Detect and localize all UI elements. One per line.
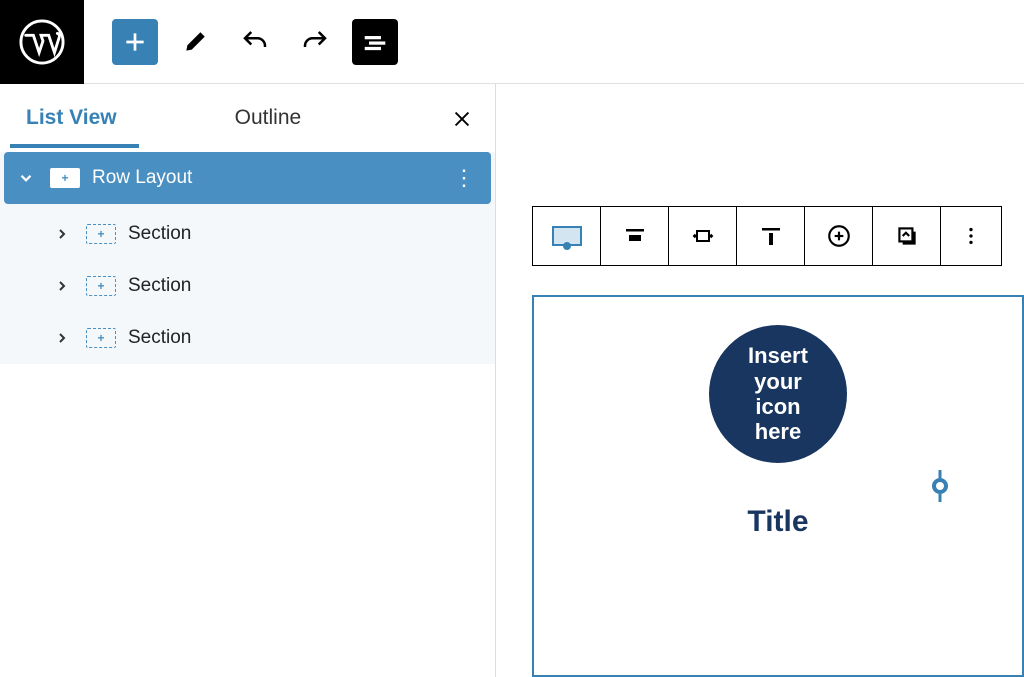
topbar-tools	[84, 19, 398, 65]
block-tree: + Row Layout ⋮ + Section + Section	[0, 152, 495, 364]
block-toolbar	[532, 206, 1002, 266]
justify-icon	[691, 224, 715, 248]
title-placeholder[interactable]: Title	[747, 505, 808, 539]
icon-placeholder-line: here	[755, 419, 801, 444]
icon-placeholder[interactable]: Insert your icon here	[709, 325, 847, 463]
tree-item-section[interactable]: + Section	[0, 208, 495, 260]
chevron-right-icon[interactable]	[50, 222, 74, 246]
wordpress-icon	[19, 19, 65, 65]
copy-style-icon	[894, 223, 920, 249]
sidebar-tabs: List View Outline	[0, 84, 495, 148]
editor-main: List View Outline + Row Layout ⋮ + Secti…	[0, 84, 1024, 677]
add-block-button[interactable]	[112, 19, 158, 65]
redo-button[interactable]	[292, 19, 338, 65]
tree-item-label: Section	[128, 223, 495, 245]
close-icon	[451, 108, 473, 130]
icon-placeholder-line: icon	[755, 394, 800, 419]
editor-canvas: Insert your icon here Title	[496, 84, 1024, 677]
chevron-right-icon[interactable]	[50, 326, 74, 350]
edit-tool-button[interactable]	[172, 19, 218, 65]
add-column-button[interactable]	[805, 207, 873, 265]
section-block-icon: +	[86, 328, 116, 348]
editor-topbar	[0, 0, 1024, 84]
icon-placeholder-line: your	[754, 369, 802, 394]
more-vertical-icon	[960, 225, 982, 247]
list-view-sidebar: List View Outline + Row Layout ⋮ + Secti…	[0, 84, 496, 677]
justify-button[interactable]	[669, 207, 737, 265]
align-button[interactable]	[601, 207, 669, 265]
section-block[interactable]: Insert your icon here Title	[588, 325, 968, 539]
redo-icon	[300, 27, 330, 57]
undo-button[interactable]	[232, 19, 278, 65]
block-type-button[interactable]	[533, 207, 601, 265]
wordpress-logo-button[interactable]	[0, 0, 84, 84]
row-layout-block-icon: +	[50, 168, 80, 188]
close-sidebar-button[interactable]	[447, 106, 477, 136]
row-layout-block[interactable]: Insert your icon here Title	[532, 295, 1024, 677]
chevron-right-icon[interactable]	[50, 274, 74, 298]
section-block-icon: +	[86, 276, 116, 296]
section-block-icon: +	[86, 224, 116, 244]
plus-icon	[122, 29, 148, 55]
tree-item-section[interactable]: + Section	[0, 312, 495, 364]
tab-list-view[interactable]: List View	[10, 84, 139, 148]
tree-item-row-layout[interactable]: + Row Layout ⋮	[4, 152, 491, 204]
pencil-icon	[182, 29, 208, 55]
block-options-button[interactable]	[941, 207, 1001, 265]
plus-circle-icon	[826, 223, 852, 249]
undo-icon	[240, 27, 270, 57]
copy-style-button[interactable]	[873, 207, 941, 265]
row-layout-block-icon	[552, 226, 582, 246]
align-icon	[623, 224, 647, 248]
chevron-down-icon[interactable]	[14, 166, 38, 190]
list-view-toggle-button[interactable]	[352, 19, 398, 65]
vertical-align-button[interactable]	[737, 207, 805, 265]
column-resize-handle[interactable]	[932, 478, 948, 494]
tree-item-section[interactable]: + Section	[0, 260, 495, 312]
tree-item-label: Section	[128, 327, 495, 349]
tab-outline[interactable]: Outline	[219, 84, 324, 148]
tree-item-label: Row Layout	[92, 167, 453, 189]
icon-placeholder-line: Insert	[748, 343, 808, 368]
tree-item-label: Section	[128, 275, 495, 297]
vertical-align-top-icon	[759, 224, 783, 248]
more-options-icon[interactable]: ⋮	[453, 165, 491, 191]
list-view-icon	[362, 29, 388, 55]
